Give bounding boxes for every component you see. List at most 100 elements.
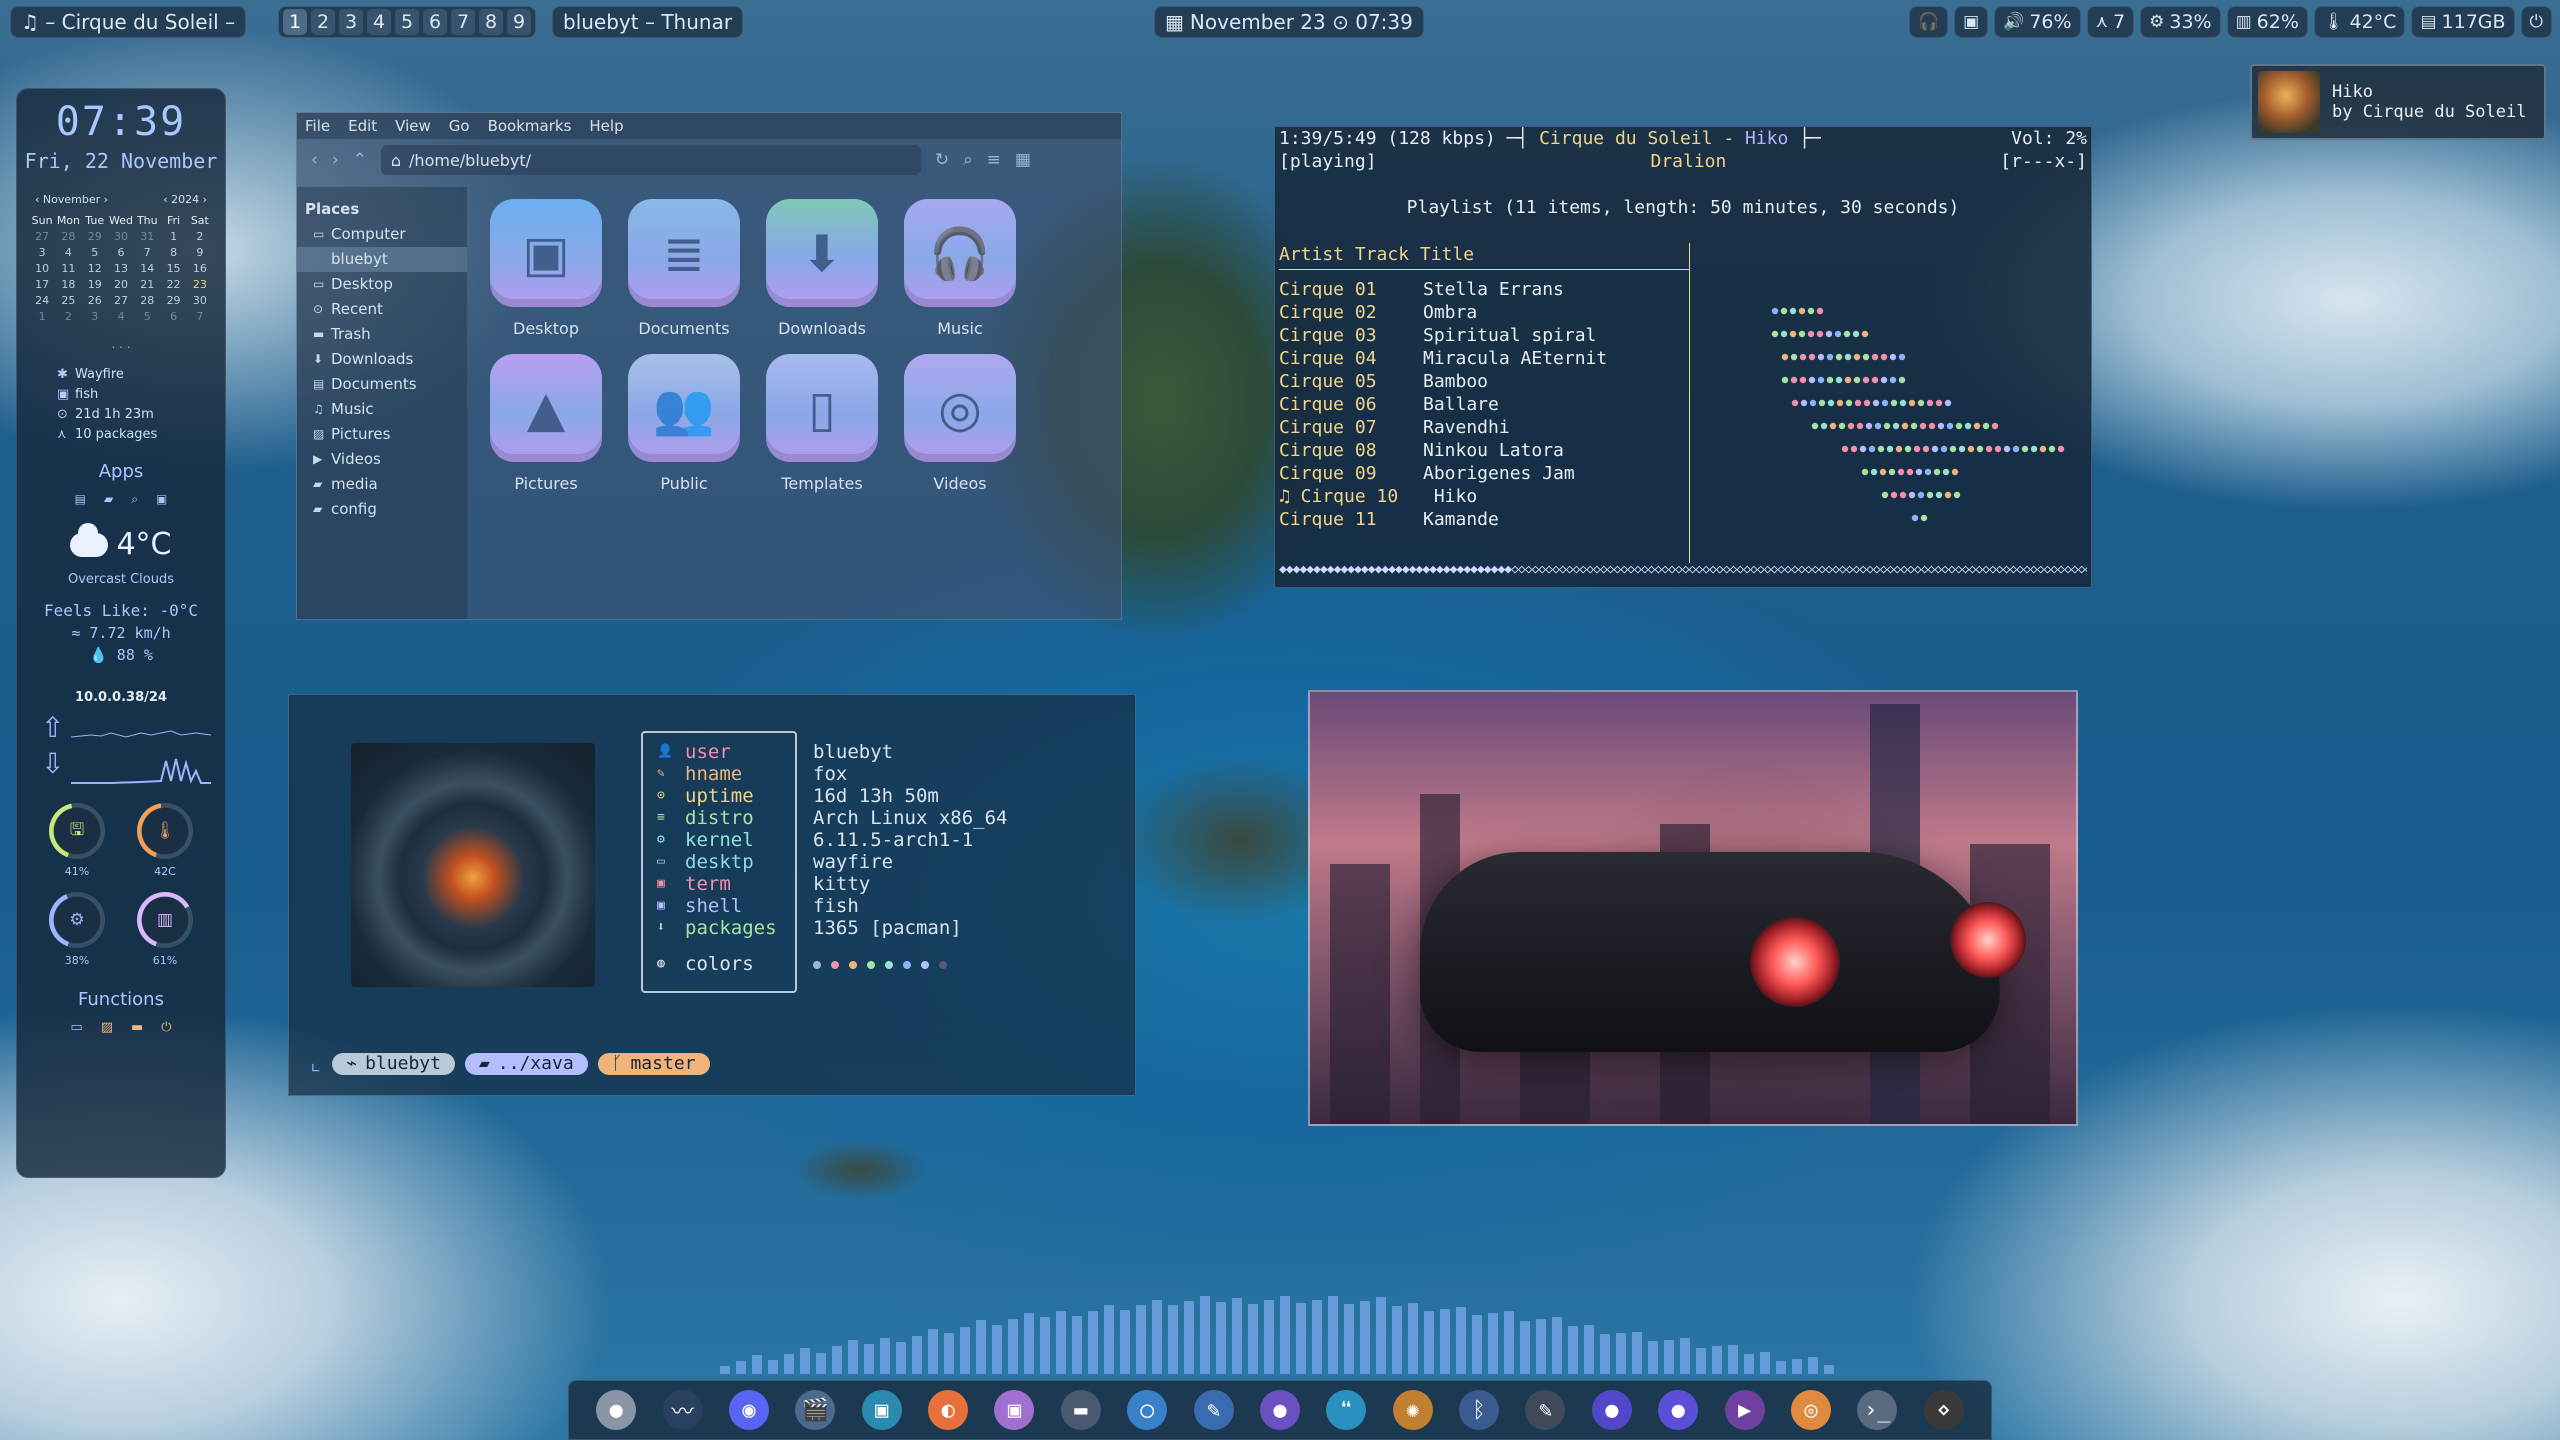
editor-icon[interactable]: ✎ xyxy=(1525,1390,1566,1430)
calendar-day[interactable]: 30 xyxy=(108,230,134,243)
folder-item[interactable]: ⬇ Downloads xyxy=(753,199,891,338)
folder-item[interactable]: 👥 Public xyxy=(615,354,753,493)
app3-icon[interactable]: ● xyxy=(1658,1390,1699,1430)
temperature-module[interactable]: 🌡 42°C xyxy=(2313,6,2406,38)
calendar-day[interactable]: 29 xyxy=(82,230,108,243)
workspace-button[interactable]: 5 xyxy=(395,9,419,35)
tools-icon[interactable]: ✎ xyxy=(1193,1390,1234,1430)
places-item-bluebyt[interactable]: bluebyt xyxy=(297,247,467,272)
grid-view-icon[interactable]: ▦ xyxy=(1015,150,1031,170)
cpu-module[interactable]: ⚙ 33% xyxy=(2140,6,2221,38)
menu-icon[interactable]: ≡ xyxy=(987,150,1001,170)
firefox-icon[interactable]: ◐ xyxy=(928,1390,969,1430)
workspace-button[interactable]: 3 xyxy=(339,9,363,35)
calendar-day[interactable]: 7 xyxy=(187,310,213,323)
location-bar[interactable]: ⌂ /home/bluebyt/ xyxy=(380,145,921,175)
folder-icon[interactable]: ▰ xyxy=(104,492,113,507)
calendar-day[interactable]: 12 xyxy=(82,262,108,275)
menu-edit[interactable]: Edit xyxy=(348,117,377,135)
pinwheel-icon[interactable]: ✺ xyxy=(1392,1390,1433,1430)
calendar-day[interactable]: 31 xyxy=(134,230,160,243)
places-item-music[interactable]: ♫ Music xyxy=(297,397,467,422)
workspace-button[interactable]: 6 xyxy=(423,9,447,35)
places-item-recent[interactable]: ⊙ Recent xyxy=(297,297,467,322)
app-icon[interactable]: ● xyxy=(1259,1390,1300,1430)
calendar-day[interactable]: 3 xyxy=(29,246,55,259)
playlist-row[interactable]: Cirque 09 Aborigenes Jam xyxy=(1279,462,1689,485)
calendar-day[interactable]: 11 xyxy=(55,262,81,275)
calendar-day[interactable]: 10 xyxy=(29,262,55,275)
menu-file[interactable]: File xyxy=(305,117,330,135)
playlist-row[interactable]: Cirque 02 Ombra xyxy=(1279,301,1689,324)
calendar-month-nav[interactable]: ‹ November › xyxy=(35,193,108,206)
clock-widget[interactable]: ▦ November 23 ⊙ 07:39 xyxy=(1154,6,1424,38)
menu-bookmarks[interactable]: Bookmarks xyxy=(488,117,572,135)
wallpaper-icon[interactable]: ▨ xyxy=(101,1020,113,1035)
disk-module[interactable]: ▤ 117GB xyxy=(2411,6,2515,38)
places-item-computer[interactable]: ▭ Computer xyxy=(297,222,467,247)
playlist-row[interactable]: Cirque 03 Spiritual spiral xyxy=(1279,324,1689,347)
workspace-button[interactable]: 2 xyxy=(311,9,335,35)
workspace-button[interactable]: 8 xyxy=(479,9,503,35)
folder-item[interactable]: ≣ Documents xyxy=(615,199,753,338)
places-item-desktop[interactable]: ▭ Desktop xyxy=(297,272,467,297)
calendar-day[interactable]: 6 xyxy=(160,310,186,323)
calendar-day[interactable]: 20 xyxy=(108,278,134,291)
calendar-day[interactable]: 3 xyxy=(82,310,108,323)
calendar-day[interactable]: 18 xyxy=(55,278,81,291)
calendar-day[interactable]: 25 xyxy=(55,294,81,307)
folder-app-icon[interactable]: ▬ xyxy=(1060,1390,1101,1430)
places-item-media[interactable]: ▰ media xyxy=(297,472,467,497)
calendar-day[interactable]: 17 xyxy=(29,278,55,291)
chat-icon[interactable]: ❝ xyxy=(1326,1390,1367,1430)
calendar-day[interactable]: 27 xyxy=(108,294,134,307)
workspace-button[interactable]: 7 xyxy=(451,9,475,35)
video-editor-icon[interactable]: 🎬 xyxy=(795,1390,836,1430)
bluetooth-icon[interactable]: ᛒ xyxy=(1459,1390,1500,1430)
cat-icon[interactable]: ⋄ xyxy=(1923,1390,1964,1430)
calendar-day[interactable]: 5 xyxy=(82,246,108,259)
headphones-module[interactable]: 🎧 xyxy=(1908,6,1949,38)
folder-item[interactable]: ▣ Desktop xyxy=(477,199,615,338)
calendar-day[interactable]: 30 xyxy=(187,294,213,307)
memory-module[interactable]: ▥ 62% xyxy=(2226,6,2308,38)
calendar-day[interactable]: 6 xyxy=(108,246,134,259)
playlist-row[interactable]: Cirque 11 Kamande xyxy=(1279,508,1689,531)
places-item-trash[interactable]: ▬ Trash xyxy=(297,322,467,347)
power-icon[interactable]: ⏻ xyxy=(161,1020,171,1035)
menu-go[interactable]: Go xyxy=(449,117,470,135)
playlist-row[interactable]: Cirque 06 Ballare xyxy=(1279,393,1689,416)
calendar-day[interactable]: 29 xyxy=(160,294,186,307)
terminal-icon[interactable]: ▣ xyxy=(156,492,167,507)
calendar-year-nav[interactable]: ‹ 2024 › xyxy=(163,193,207,206)
calendar-day[interactable]: 9 xyxy=(187,246,213,259)
search-icon[interactable]: ⌕ xyxy=(963,150,973,170)
shell-app-icon[interactable]: ›_ xyxy=(1857,1390,1898,1430)
calendar-day[interactable]: 7 xyxy=(134,246,160,259)
media-player-icon[interactable]: ▶ xyxy=(1724,1390,1765,1430)
calendar-day[interactable]: 16 xyxy=(187,262,213,275)
forward-icon[interactable]: › xyxy=(332,150,339,170)
calendar-day[interactable]: 26 xyxy=(82,294,108,307)
seek-bar[interactable]: ◆◆◆◆◆◆◆◆◆◆◆◆◆◆◆◆◆◆◆◆◆◆◆◆◆◆◆◆◆◆◆◆◆◆◇◇◇◇◇◇… xyxy=(1279,558,2087,581)
playlist-row[interactable]: Cirque 04 Miracula AEternit xyxy=(1279,347,1689,370)
calendar-day[interactable]: 28 xyxy=(134,294,160,307)
now-playing-widget[interactable]: ♫ – Cirque du Soleil – xyxy=(10,6,247,38)
calendar-day[interactable]: 1 xyxy=(29,310,55,323)
places-item-pictures[interactable]: ▨ Pictures xyxy=(297,422,467,447)
playlist-row[interactable]: Cirque 08 Ninkou Latora xyxy=(1279,439,1689,462)
now-playing-notification[interactable]: Hiko by Cirque du Soleil xyxy=(2250,64,2546,140)
calendar-day[interactable]: 4 xyxy=(55,246,81,259)
playlist-row[interactable]: Cirque 05 Bamboo xyxy=(1279,370,1689,393)
power-module[interactable]: ⏻ xyxy=(2520,6,2552,38)
discord-icon[interactable]: ◉ xyxy=(728,1390,769,1430)
places-item-videos[interactable]: ▶ Videos xyxy=(297,447,467,472)
playlist-row[interactable]: ♫ Cirque 10 Hiko xyxy=(1279,485,1689,508)
playlist-row[interactable]: Cirque 07 Ravendhi xyxy=(1279,416,1689,439)
up-icon[interactable]: ⌃ xyxy=(353,150,367,170)
search-icon[interactable]: ⌕ xyxy=(131,492,138,507)
places-item-downloads[interactable]: ⬇ Downloads xyxy=(297,347,467,372)
menu-help[interactable]: Help xyxy=(589,117,623,135)
terminal-module[interactable]: ▣ xyxy=(1954,6,1989,38)
calendar-day[interactable]: 23 xyxy=(187,278,213,291)
